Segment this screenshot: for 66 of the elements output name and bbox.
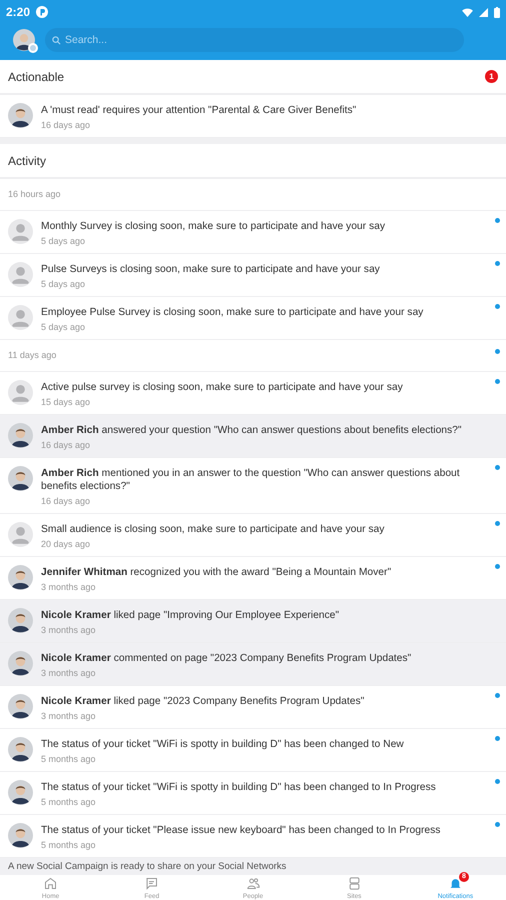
notification-text: Small audience is closing soon, make sure to participate and have your say <box>41 523 386 536</box>
avatar-person-icon <box>8 737 33 762</box>
avatar-placeholder-icon <box>8 305 33 330</box>
section-title: Activity <box>8 154 48 168</box>
section-title: Actionable <box>8 70 66 84</box>
avatar-person-icon <box>8 823 33 848</box>
notification-text: Amber Rich answered your question "Who can answer questions about benefits elections?" <box>41 424 463 438</box>
notification-time: 5 months ago <box>41 840 97 850</box>
notification-time: 3 months ago <box>41 582 97 592</box>
app-notification-icon <box>36 6 48 18</box>
avatar-person-icon <box>8 466 33 492</box>
notification-text: A 'must read' requires your attention "Parental & Care Giver Benefits" <box>41 104 358 117</box>
sites-icon <box>346 876 362 891</box>
avatar-placeholder-icon <box>8 219 33 244</box>
home-icon <box>43 876 58 891</box>
notification-text: The status of your ticket "WiFi is spotty in building D" has been changed to In Progress <box>41 781 437 794</box>
avatar-person-icon <box>8 694 33 720</box>
avatar-placeholder-icon <box>8 262 33 288</box>
notification-time: 5 months ago <box>41 797 97 808</box>
notification-text: Nicole Kramer liked page "2023 Company Benefits Program Updates" <box>41 695 366 708</box>
notification-text: Monthly Survey is closing soon, make sure to participate and have your say <box>41 220 386 234</box>
notification-text: Amber Rich mentioned you in an answer to the question "Who can answer questions about benefits elections?" <box>41 467 461 494</box>
notification-time: 16 days ago <box>41 496 92 506</box>
status-badge-icon <box>28 43 38 53</box>
avatar-person-icon <box>8 103 33 128</box>
signal-icon <box>479 8 488 16</box>
avatar-person-icon <box>8 651 33 676</box>
notification-time: 5 months ago <box>41 754 97 764</box>
avatar-person-icon <box>8 565 33 590</box>
avatar-person-icon <box>8 608 33 634</box>
notification-text: Active pulse survey is closing soon, make sure to participate and have your say <box>41 381 404 394</box>
notification-time: 20 days ago <box>41 539 92 550</box>
feed-icon <box>144 876 160 891</box>
notification-time: 15 days ago <box>41 397 92 408</box>
notification-time: 3 months ago <box>41 668 97 678</box>
status-time: 2:20 <box>6 5 30 19</box>
date-heading: 16 hours ago <box>8 189 62 200</box>
search-field[interactable]: Search... <box>45 28 464 52</box>
notification-text: Pulse Surveys is closing soon, make sure to participate and have your say <box>41 263 381 276</box>
notification-time: 16 days ago <box>41 120 92 130</box>
avatar-person-icon <box>8 780 33 806</box>
notification-row[interactable]: Nicole Kramer liked page "Improving Our Employee Experience" 3 months ago <box>0 600 506 644</box>
notification-row[interactable]: Nicole Kramer commented on page "2023 Company Benefits Program Updates" 3 months ago <box>0 643 506 686</box>
notification-text: The status of your ticket "WiFi is spotty in building D" has been changed to New <box>41 738 405 752</box>
notification-text: Nicole Kramer liked page "Improving Our Employee Experience" <box>41 609 340 622</box>
notification-text: Employee Pulse Survey is closing soon, make sure to participate and have your say <box>41 306 424 320</box>
notification-time: 3 months ago <box>41 711 97 722</box>
avatar-placeholder-icon <box>8 380 33 406</box>
wifi-icon <box>462 8 473 16</box>
banner-text: A new Social Campaign is ready to share on your Social Networks <box>8 861 288 874</box>
notification-time: 16 days ago <box>41 440 92 450</box>
search-icon <box>52 36 61 44</box>
notification-text: Jennifer Whitman recognized you with the award "Being a Mountain Mover" <box>41 566 392 580</box>
notification-row[interactable]: Amber Rich answered your question "Who can answer questions about benefits elections?" 16 days ago <box>0 415 506 458</box>
avatar-placeholder-icon <box>8 522 33 548</box>
people-icon <box>246 876 260 891</box>
notification-time: 3 months ago <box>41 625 97 636</box>
notification-text: Nicole Kramer commented on page "2023 Company Benefits Program Updates" <box>41 652 412 666</box>
notification-time: 5 days ago <box>41 236 86 246</box>
notification-time: 5 days ago <box>41 322 86 332</box>
avatar-person-icon <box>8 423 33 448</box>
notification-time: 5 days ago <box>41 279 86 290</box>
notification-text: The status of your ticket "Please issue new keyboard" has been changed to In Progress <box>41 824 442 838</box>
battery-icon <box>494 6 500 18</box>
date-heading: 11 days ago <box>8 350 58 360</box>
count-badge: 1 <box>485 70 498 83</box>
